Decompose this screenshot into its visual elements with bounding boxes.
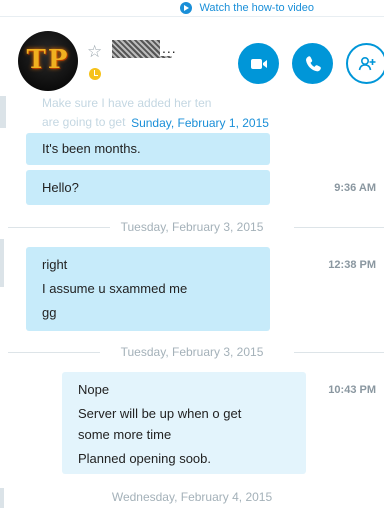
date-label: Sunday, February 1, 2015: [131, 116, 269, 130]
message-text: gg: [42, 305, 57, 320]
message-text: It's been months.: [42, 141, 141, 156]
date-separator: Tuesday, February 3, 2015: [0, 220, 384, 234]
message-text: Server will be up when o get: [78, 406, 242, 421]
message-text: right: [42, 257, 68, 272]
how-to-video-link[interactable]: Watch the how-to video: [180, 0, 314, 16]
voice-call-button[interactable]: [292, 43, 333, 84]
date-separator: Wednesday, February 4, 2015: [0, 490, 384, 504]
video-call-icon: [250, 58, 267, 69]
contact-name-ellipsis: ...: [160, 40, 177, 56]
date-label: Tuesday, February 3, 2015: [120, 220, 264, 234]
add-participants-button[interactable]: [346, 43, 384, 84]
message-bubble[interactable]: Hello?: [26, 170, 270, 205]
phone-icon: [305, 55, 321, 71]
contact-name[interactable]: ...: [112, 40, 177, 58]
message-text: Hello?: [42, 180, 79, 195]
scroll-edge: [0, 239, 4, 287]
conversation-header: TP ☆ ...: [0, 16, 384, 96]
message-time: 9:36 AM: [334, 182, 376, 194]
date-label: Tuesday, February 3, 2015: [120, 345, 264, 359]
date-separator: Sunday, February 1, 2015: [0, 116, 384, 130]
how-to-video-label: Watch the how-to video: [199, 2, 314, 14]
message-text: some more time: [78, 427, 172, 442]
message-bubble[interactable]: right I assume u sxammed me gg: [26, 247, 270, 331]
message-bubble[interactable]: Nope Server will be up when o get some m…: [62, 372, 306, 474]
avatar[interactable]: TP: [18, 31, 78, 91]
message-text: Planned opening soob.: [78, 451, 212, 466]
date-label: Wednesday, February 4, 2015: [111, 490, 273, 504]
message-text: Nope: [78, 382, 110, 397]
add-contact-icon: [358, 56, 375, 70]
faded-message-line: Make sure I have added her ten: [42, 96, 212, 110]
message-text: I assume u sxammed me: [42, 281, 188, 296]
away-status-icon: [89, 68, 101, 80]
message-bubble[interactable]: It's been months.: [26, 133, 270, 165]
message-time: 10:43 PM: [328, 384, 376, 396]
video-call-button[interactable]: [238, 43, 279, 84]
message-time: 12:38 PM: [328, 259, 376, 271]
chat-history[interactable]: Make sure I have added her ten are going…: [0, 96, 384, 508]
scroll-edge: [0, 488, 4, 508]
avatar-logo: TP: [26, 45, 70, 75]
date-separator: Tuesday, February 3, 2015: [0, 345, 384, 359]
star-icon[interactable]: ☆: [87, 43, 102, 60]
play-icon: [180, 2, 193, 14]
